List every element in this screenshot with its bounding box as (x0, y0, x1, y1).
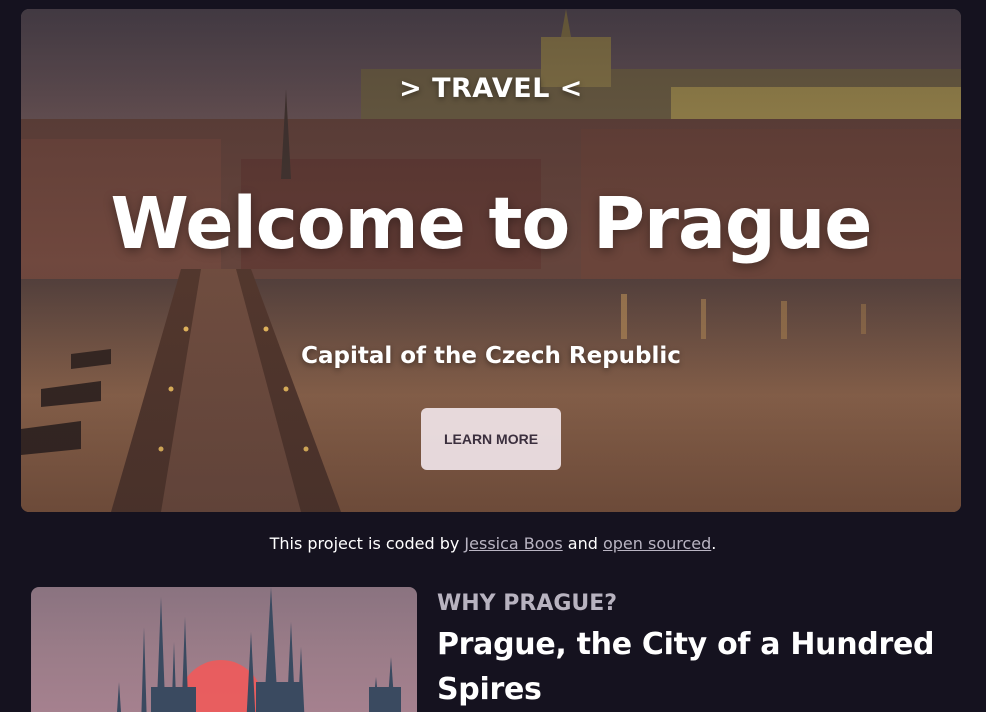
why-title: Prague, the City of a Hundred Spires (437, 627, 935, 707)
why-eyebrow: WHY PRAGUE? (437, 591, 618, 616)
hero-eyebrow: > TRAVEL < (399, 73, 583, 104)
hero-subtitle: Capital of the Czech Republic (301, 343, 681, 369)
page: > TRAVEL < Welcome to Prague Capital of … (0, 0, 986, 712)
hero-content: > TRAVEL < Welcome to Prague Capital of … (21, 9, 961, 512)
credit-prefix: This project is coded by (269, 534, 465, 553)
credit-middle: and (562, 534, 603, 553)
author-link[interactable]: Jessica Boos (464, 534, 562, 553)
prague-spires-image (31, 587, 417, 712)
spires-sunset-illustration (117, 587, 401, 712)
credit-line: This project is coded by Jessica Boos an… (0, 534, 986, 553)
learn-more-button[interactable]: LEARN MORE (421, 408, 561, 470)
open-source-link[interactable]: open sourced (603, 534, 711, 553)
hero-banner: > TRAVEL < Welcome to Prague Capital of … (21, 9, 961, 512)
credit-suffix: . (711, 534, 717, 553)
hero-title: Welcome to Prague (110, 182, 873, 265)
